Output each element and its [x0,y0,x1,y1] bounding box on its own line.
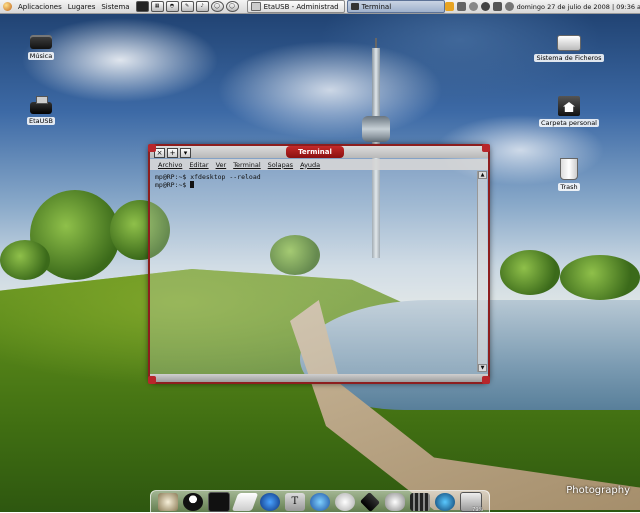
distribution-icon[interactable] [3,2,12,11]
terminal-titlebar[interactable]: × + ▾ Terminal [150,146,488,158]
battery-icon[interactable]: 79% [460,491,483,513]
usb-drive-icon [30,96,52,114]
menu-ayuda[interactable]: Ayuda [300,161,320,169]
desktop-icon-label: Música [27,52,55,60]
window-bottom-edge[interactable] [150,374,488,382]
task-label: EtaUSB - Administrad [263,2,339,11]
window-corner [148,144,156,152]
terminal-icon [350,3,359,10]
update-notifier-icon[interactable] [444,2,454,11]
desktop-icon-label: Sistema de Ficheros [534,54,604,62]
wallpaper-tree [500,250,560,295]
desktop-icon-musica[interactable]: Música [6,30,76,60]
terminal-window[interactable]: × + ▾ Terminal Archivo Editar Ver Termin… [148,144,490,384]
filesystem-icon [557,35,581,51]
wallpaper-tree [0,240,50,280]
terminal-prompt: mp@RP:~$ [155,181,191,189]
gimp-launcher-icon[interactable]: ◓ [165,1,179,12]
menu-solapas[interactable]: Solapas [268,161,293,169]
desktop-icon-carpeta-personal[interactable]: Carpeta personal [534,96,604,127]
menu-editar[interactable]: Editar [189,161,208,169]
wallpaper-tree [560,255,640,300]
menu-terminal[interactable]: Terminal [233,161,260,169]
network-icon[interactable] [456,2,466,11]
file-manager-icon [250,2,261,11]
music-launcher-icon[interactable]: ♪ [195,1,209,12]
menu-ver[interactable]: Ver [216,161,227,169]
music-icon[interactable] [435,492,456,511]
desktop-icon-trash[interactable]: Trash [534,158,604,191]
pidgin-icon[interactable] [385,492,406,511]
resize-grip[interactable] [482,376,490,384]
menu-lugares[interactable]: Lugares [68,3,96,11]
terminal-prompt-line: mp@RP:~$ [155,181,473,189]
network-launcher-icon[interactable]: ▦ [150,1,164,12]
user-icon[interactable] [504,2,514,11]
text-cursor [190,181,195,188]
home-folder-icon [558,96,580,116]
clock[interactable]: domingo 27 de julio de 2008 | 09:36 am [517,3,640,11]
photo-credit: Photography [566,485,630,496]
window-corner[interactable] [148,376,156,384]
inkscape-icon[interactable] [359,491,381,512]
display-icon[interactable] [492,2,502,11]
network-monitor-launcher-icon[interactable]: ◯ [225,1,239,12]
terminal-output[interactable]: mp@RP:~$ xfdesktop --reload mp@RP:~$ [152,171,476,372]
volume-icon[interactable] [468,2,478,11]
task-label: Terminal [361,2,392,11]
maximize-icon[interactable]: + [167,148,178,158]
menu-aplicaciones[interactable]: Aplicaciones [18,3,62,11]
chevron-down-icon[interactable]: ▾ [180,148,191,158]
drive-icon [30,35,52,49]
desktop-icon-label: EtaUSB [27,117,55,125]
trash-icon [560,158,578,180]
power-icon[interactable] [480,2,490,11]
desktop-icon-label: Trash [558,183,580,191]
scroll-up-icon[interactable]: ▲ [478,171,487,179]
terminal-scrollbar[interactable]: ▲ ▼ [477,171,487,372]
window-title: Terminal [286,146,344,158]
text-editor-launcher-icon[interactable]: ✎ [180,1,194,12]
menu-archivo[interactable]: Archivo [158,161,182,169]
terminal-icon[interactable] [207,491,230,512]
wallpaper-tower-pod [362,116,390,142]
gimp-icon[interactable] [157,492,178,511]
dock: T 79% [150,490,490,513]
main-menu: Aplicaciones Lugares Sistema [0,2,130,11]
browser-icon[interactable] [309,492,330,511]
terminal-line: mp@RP:~$ xfdesktop --reload [155,173,261,181]
window-buttons: × + ▾ [154,148,191,158]
top-panel: Aplicaciones Lugares Sistema ▦ ◓ ✎ ♪ ◯ ◯… [0,0,640,14]
desktop-icon-label: Carpeta personal [539,119,599,127]
firefox-launcher-icon[interactable]: ◯ [210,1,224,12]
terminal-launcher-icon[interactable] [135,1,149,12]
scroll-down-icon[interactable]: ▼ [478,364,487,372]
task-terminal[interactable]: Terminal [346,0,445,13]
system-tray: domingo 27 de julio de 2008 | 09:36 am [444,2,640,11]
panel-launchers: ▦ ◓ ✎ ♪ ◯ ◯ [135,1,239,12]
task-etausb-admin[interactable]: EtaUSB - Administrad [246,0,345,13]
window-corner [482,144,490,152]
window-list: EtaUSB - Administrad Terminal [246,0,445,13]
writer-icon[interactable] [231,492,258,511]
video-icon[interactable] [410,492,431,511]
tex-icon[interactable]: T [284,492,305,511]
clock-icon[interactable] [334,492,355,511]
menu-sistema[interactable]: Sistema [101,3,129,11]
terminal-menubar: Archivo Editar Ver Terminal Solapas Ayud… [150,159,488,170]
desktop-icon-sistema-de-ficheros[interactable]: Sistema de Ficheros [534,30,604,62]
firefox-icon[interactable] [259,492,280,511]
desktop-icon-etausb[interactable]: EtaUSB [6,94,76,125]
tux-icon[interactable] [182,492,203,511]
